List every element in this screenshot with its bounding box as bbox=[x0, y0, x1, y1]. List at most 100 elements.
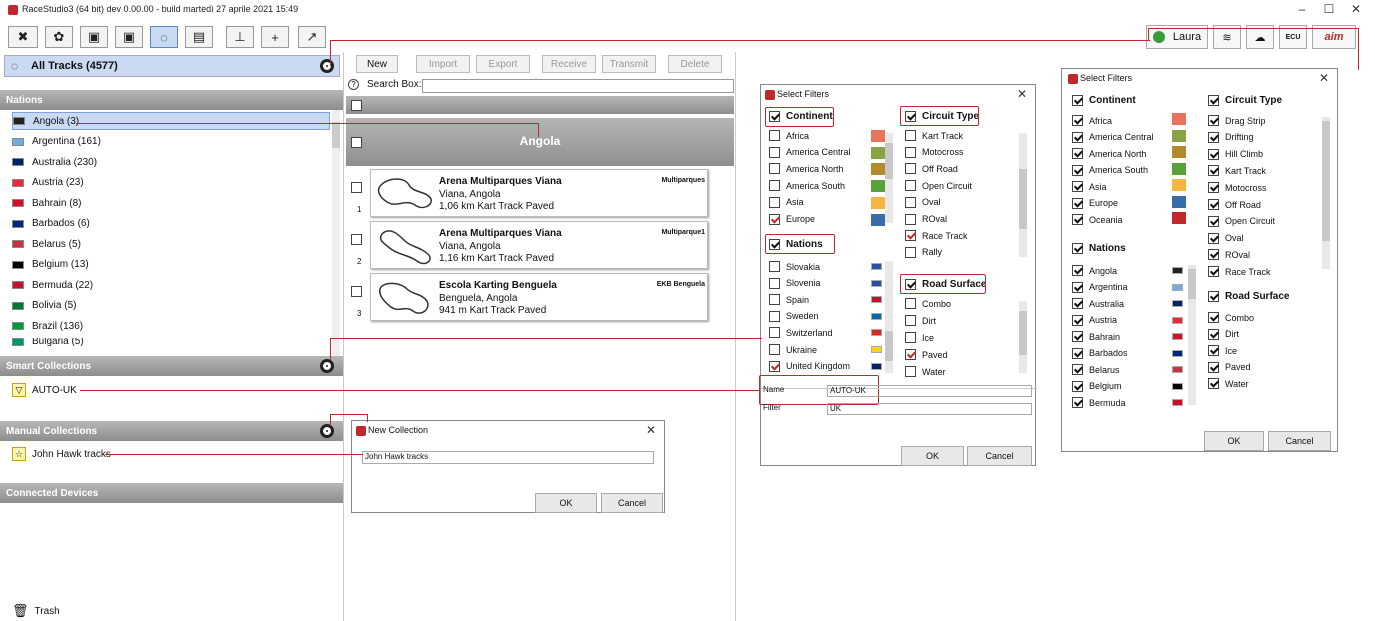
circuit-item[interactable]: Kart Track bbox=[1208, 165, 1266, 177]
checkbox[interactable] bbox=[905, 349, 916, 360]
checkbox[interactable] bbox=[1072, 164, 1083, 176]
checkbox[interactable] bbox=[1208, 328, 1219, 340]
checkbox[interactable] bbox=[1072, 265, 1083, 276]
manual-item-john-hawk[interactable]: ☆ John Hawk tracks bbox=[12, 446, 111, 462]
cancel-button[interactable]: Cancel bbox=[1268, 431, 1331, 451]
nation-item[interactable]: Brazil (136) bbox=[12, 317, 330, 335]
smart-item-auto-uk[interactable]: ▽ AUTO-UK bbox=[12, 382, 77, 398]
checkbox[interactable] bbox=[1072, 148, 1083, 159]
track-checkbox[interactable] bbox=[351, 234, 362, 245]
close-icon[interactable]: ✕ bbox=[1017, 87, 1027, 101]
close-icon[interactable]: ✕ bbox=[1319, 71, 1329, 85]
checkbox[interactable] bbox=[1208, 361, 1219, 373]
checkbox[interactable] bbox=[769, 130, 780, 141]
checkbox[interactable] bbox=[769, 146, 780, 158]
circuit-item[interactable]: Race Track bbox=[1208, 266, 1271, 278]
nations-scrollbar[interactable] bbox=[1188, 265, 1196, 405]
circuit-item[interactable]: Motocross bbox=[905, 146, 964, 158]
checkbox[interactable] bbox=[1208, 115, 1219, 126]
circuit-item[interactable]: Off Road bbox=[905, 163, 958, 175]
surface-item[interactable]: Dirt bbox=[905, 315, 936, 326]
circuit-item[interactable]: Open Circuit bbox=[905, 180, 972, 192]
nation-filter-item[interactable]: Sweden bbox=[769, 310, 819, 322]
checkbox[interactable] bbox=[1208, 131, 1219, 143]
circuit-item[interactable]: Oval bbox=[905, 196, 941, 208]
checkbox[interactable] bbox=[769, 344, 780, 355]
circuit-item[interactable]: Rally bbox=[905, 246, 942, 258]
gear-icon[interactable] bbox=[320, 359, 334, 373]
nation-item[interactable]: Austria (23) bbox=[12, 174, 330, 192]
checkbox[interactable] bbox=[1072, 364, 1083, 375]
checkbox[interactable] bbox=[769, 277, 780, 289]
checkbox[interactable] bbox=[1208, 312, 1219, 323]
continent-item[interactable]: Asia bbox=[1072, 181, 1107, 192]
continent-scrollbar[interactable] bbox=[885, 133, 893, 223]
checkbox[interactable] bbox=[1072, 397, 1083, 408]
checkbox[interactable] bbox=[769, 310, 780, 322]
checkbox[interactable] bbox=[1208, 148, 1219, 160]
surface-item[interactable]: Ice bbox=[905, 332, 934, 343]
nation-filter-item[interactable]: Switzerland bbox=[769, 327, 833, 339]
nation-filter-item[interactable]: Bermuda bbox=[1072, 397, 1126, 408]
nation-item[interactable]: Angola (3) bbox=[12, 112, 330, 130]
circuit-type-header[interactable]: Circuit Type bbox=[1208, 95, 1282, 106]
continent-item[interactable]: America South bbox=[769, 180, 845, 192]
circuit-item[interactable]: Open Circuit bbox=[1208, 215, 1275, 227]
circuit-item[interactable]: Motocross bbox=[1208, 182, 1267, 194]
checkbox[interactable] bbox=[769, 360, 780, 372]
nation-filter-item[interactable]: Angola bbox=[1072, 265, 1117, 276]
checkbox[interactable] bbox=[1072, 115, 1083, 126]
nation-item[interactable]: Bahrain (8) bbox=[12, 194, 330, 212]
close-window-button[interactable]: ✕ bbox=[1341, 2, 1371, 16]
surface-item[interactable]: Dirt bbox=[1208, 328, 1239, 340]
checkbox[interactable] bbox=[1072, 347, 1083, 359]
checkbox[interactable] bbox=[905, 196, 916, 208]
nation-item[interactable]: Bulgaria (5) bbox=[12, 337, 330, 346]
nation-filter-item[interactable]: Ukraine bbox=[769, 344, 817, 355]
settings-icon[interactable]: ✿ bbox=[45, 26, 73, 48]
track-checkbox[interactable] bbox=[351, 182, 362, 193]
road-surface-header[interactable]: Road Surface bbox=[1208, 291, 1289, 302]
circuit-item[interactable]: Race Track bbox=[905, 230, 968, 242]
nation-filter-item[interactable]: United Kingdom bbox=[769, 360, 850, 372]
checkbox[interactable] bbox=[769, 196, 780, 208]
checkbox[interactable] bbox=[1208, 95, 1219, 106]
gear-icon[interactable] bbox=[320, 59, 334, 73]
checkbox[interactable] bbox=[1072, 95, 1083, 106]
checkbox[interactable] bbox=[1208, 249, 1219, 261]
continent-item[interactable]: America Central bbox=[1072, 131, 1154, 143]
checkbox[interactable] bbox=[905, 230, 916, 242]
nation-item[interactable]: Argentina (161) bbox=[12, 133, 330, 151]
maximize-button[interactable]: ☐ bbox=[1314, 2, 1344, 16]
ok-button[interactable]: OK bbox=[901, 446, 964, 466]
nation-item[interactable]: Bolivia (5) bbox=[12, 297, 330, 315]
circuit-item[interactable]: ROval bbox=[905, 213, 947, 225]
checkbox[interactable] bbox=[769, 294, 780, 306]
checkbox[interactable] bbox=[905, 130, 916, 141]
surface-item[interactable]: Water bbox=[905, 366, 946, 377]
circuit-item[interactable]: Off Road bbox=[1208, 199, 1261, 210]
tracks-icon[interactable]: ◌ bbox=[150, 26, 178, 48]
nation-filter-item[interactable]: Belarus bbox=[1072, 364, 1120, 375]
continent-item[interactable]: Oceania bbox=[1072, 214, 1123, 225]
add-icon[interactable]: + bbox=[261, 26, 289, 48]
surface-item[interactable]: Combo bbox=[905, 298, 951, 309]
tools-icon[interactable]: ✖ bbox=[8, 26, 38, 48]
continent-header[interactable]: Continent bbox=[1072, 95, 1136, 106]
transmit-button[interactable]: Transmit bbox=[602, 55, 656, 73]
trash-item[interactable]: 🗑 Trash bbox=[12, 603, 60, 619]
collection-name-input[interactable]: John Hawk tracks bbox=[362, 451, 654, 464]
surface-item[interactable]: Ice bbox=[1208, 345, 1237, 356]
nation-item[interactable]: Belarus (5) bbox=[12, 235, 330, 253]
checkbox[interactable] bbox=[1072, 298, 1083, 309]
nations-header[interactable]: Nations bbox=[1072, 243, 1126, 254]
nation-filter-item[interactable]: Spain bbox=[769, 294, 809, 306]
continent-item[interactable]: America North bbox=[1072, 148, 1147, 159]
nation-filter-item[interactable]: Austria bbox=[1072, 314, 1117, 326]
checkbox[interactable] bbox=[905, 332, 916, 343]
checkbox[interactable] bbox=[905, 146, 916, 158]
export-icon[interactable]: ↗ bbox=[298, 26, 326, 48]
new-button[interactable]: New bbox=[356, 55, 398, 73]
surface-item[interactable]: Paved bbox=[905, 349, 948, 360]
nation-filter-item[interactable]: Barbados bbox=[1072, 347, 1128, 359]
